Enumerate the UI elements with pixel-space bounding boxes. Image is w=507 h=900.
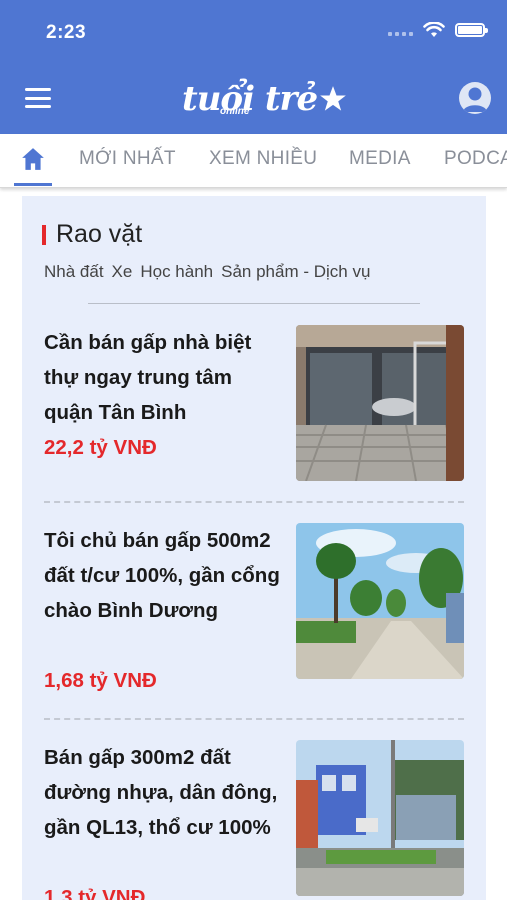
account-avatar-button[interactable] (459, 82, 491, 114)
divider (88, 303, 420, 304)
classified-price: 1,68 tỷ VNĐ (44, 669, 157, 692)
villa-photo (296, 325, 464, 481)
tab-media[interactable]: MEDIA (349, 148, 411, 170)
cellular-signal-icon (388, 24, 413, 36)
classified-thumbnail-road[interactable] (296, 740, 464, 896)
classified-title[interactable]: Cần bán gấp nhà biệt thự ngay trung tâm … (44, 325, 284, 430)
battery-icon (455, 23, 488, 37)
wifi-icon (423, 22, 445, 37)
category-link-nha-dat[interactable]: Nhà đất (44, 262, 104, 282)
tab-home[interactable] (14, 134, 52, 186)
category-link-xe[interactable]: Xe (112, 262, 133, 282)
user-icon (463, 87, 487, 112)
classified-price: 1,3 tỷ VNĐ (44, 886, 146, 900)
classified-thumbnail-villa[interactable] (296, 325, 464, 481)
logo-text: tuổi trẻ (182, 79, 318, 119)
status-time: 2:23 (46, 22, 87, 43)
classified-item[interactable]: Tôi chủ bán gấp 500m2 đất t/cư 100%, gần… (44, 523, 464, 703)
classifieds-category-links: Nhà đất Xe Học hành Sản phẩm - Dịch vụ (44, 262, 370, 282)
classified-thumbnail-land[interactable] (296, 523, 464, 679)
tuoi-tre-logo[interactable]: tuổi trẻ online (182, 78, 347, 120)
classified-item[interactable]: Cần bán gấp nhà biệt thự ngay trung tâm … (44, 325, 464, 485)
hamburger-menu-button[interactable] (25, 88, 51, 108)
item-separator (44, 501, 464, 503)
item-separator (44, 718, 464, 720)
classified-price: 22,2 tỷ VNĐ (44, 436, 157, 459)
classifieds-panel: Rao vặt Nhà đất Xe Học hành Sản phẩm - D… (22, 196, 486, 900)
road-photo (296, 740, 464, 896)
tab-moi-nhat[interactable]: MỚI NHẤT (79, 148, 176, 170)
home-icon (22, 147, 44, 170)
tab-xem-nhieu[interactable]: XEM NHIỀU (209, 148, 317, 170)
status-icons (388, 22, 488, 38)
classified-title[interactable]: Bán gấp 300m2 đất đường nhựa, dân đông, … (44, 740, 284, 845)
category-link-san-pham-dich-vu[interactable]: Sản phẩm - Dịch vụ (221, 262, 370, 282)
category-tab-bar: MỚI NHẤT XEM NHIỀU MEDIA PODCA (0, 134, 507, 188)
section-title: Rao vặt (42, 220, 142, 249)
category-link-hoc-hanh[interactable]: Học hành (140, 262, 213, 282)
classified-title[interactable]: Tôi chủ bán gấp 500m2 đất t/cư 100%, gần… (44, 523, 284, 628)
logo-star-icon (320, 86, 346, 111)
tab-podcast[interactable]: PODCA (444, 148, 507, 170)
classified-item[interactable]: Bán gấp 300m2 đất đường nhựa, dân đông, … (44, 740, 464, 900)
app-header: 2:23 tuổi trẻ online (0, 0, 507, 134)
land-photo (296, 523, 464, 679)
logo-sub: online (220, 106, 250, 117)
